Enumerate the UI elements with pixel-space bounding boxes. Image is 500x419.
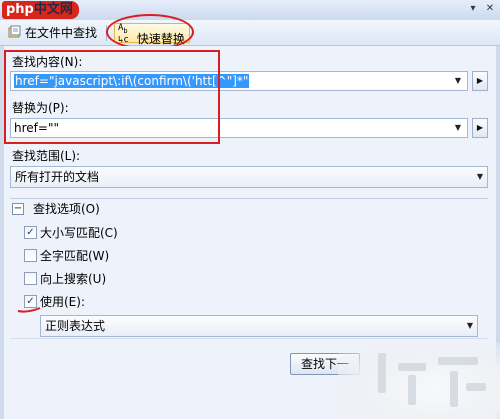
watermark-glyph-icon — [378, 353, 486, 407]
use-mode-select[interactable]: 正则表达式 ▼ — [40, 315, 478, 337]
divider — [10, 198, 488, 199]
find-options-label: 查找选项(O) — [33, 202, 100, 216]
whole-word-label: 全字匹配(W) — [40, 249, 110, 263]
annotation-box — [4, 50, 220, 144]
look-in-value: 所有打开的文档 — [15, 170, 100, 184]
annotation-oval — [106, 14, 194, 50]
collapse-options-button[interactable]: − — [12, 203, 24, 215]
title-bar: php中文网 ▾ ✕ — [0, 0, 500, 20]
chevron-down-icon: ▼ — [476, 172, 483, 181]
chevron-down-icon[interactable]: ▼ — [451, 121, 465, 135]
use-label: 使用(E): — [40, 295, 85, 309]
find-in-files-icon — [8, 25, 21, 38]
divider — [10, 338, 488, 339]
match-case-label: 大小写匹配(C) — [40, 226, 118, 240]
close-button[interactable]: ✕ — [483, 3, 497, 15]
match-case-checkbox[interactable]: ✓ — [24, 226, 37, 239]
look-in-select[interactable]: 所有打开的文档 ▼ — [10, 166, 488, 188]
search-up-label: 向上搜索(U) — [40, 272, 107, 286]
find-in-files-label: 在文件中查找 — [25, 26, 98, 40]
replace-expression-builder-button[interactable]: ▶ — [472, 118, 488, 138]
chevron-down-icon[interactable]: ▼ — [451, 74, 465, 88]
annotation-underline — [17, 307, 41, 313]
chevron-down-icon: ▼ — [466, 321, 473, 330]
look-in-label: 查找范围(L): — [12, 149, 81, 163]
find-in-files-button[interactable]: 在文件中查找 — [8, 24, 97, 42]
toolbar: 在文件中查找 Ab↳c 快速替换 ▾ — [0, 14, 500, 63]
watermark — [338, 343, 500, 419]
search-up-checkbox[interactable] — [24, 272, 37, 285]
whole-word-checkbox[interactable] — [24, 249, 37, 262]
use-mode-value: 正则表达式 — [45, 319, 106, 333]
site-logo: php中文网 — [2, 1, 79, 19]
find-expression-builder-button[interactable]: ▶ — [472, 71, 488, 91]
window-menu-button[interactable]: ▾ — [466, 3, 480, 15]
